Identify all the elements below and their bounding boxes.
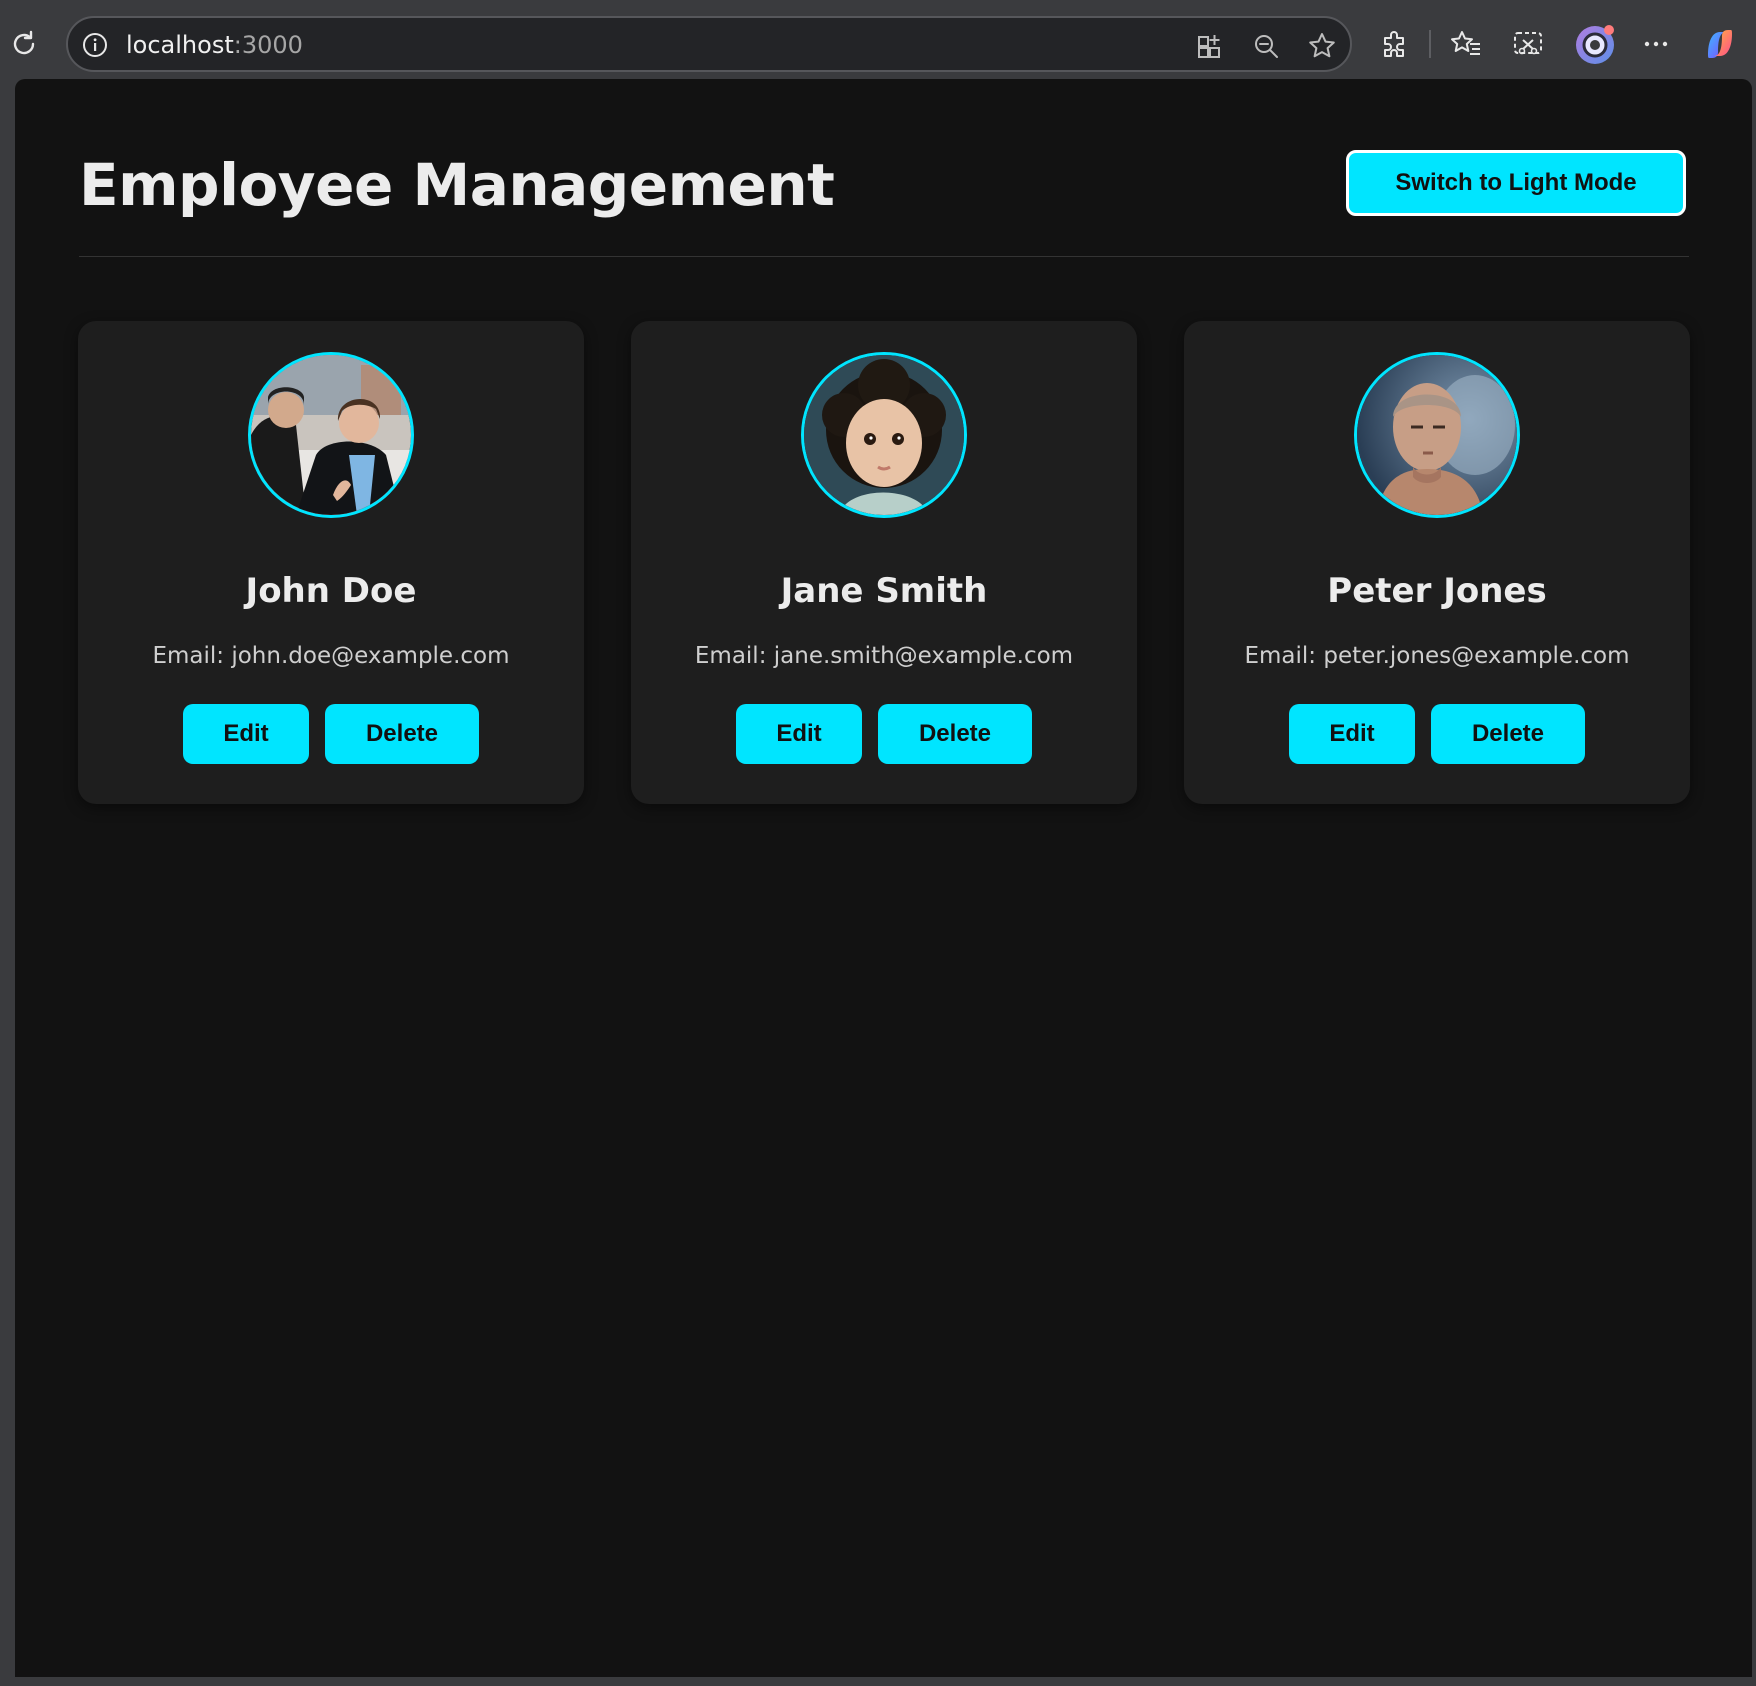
employee-name: John Doe (245, 571, 417, 611)
edit-button[interactable]: Edit (1289, 704, 1415, 764)
employee-card: Jane Smith Email: jane.smith@example.com… (631, 321, 1137, 804)
employee-photo (1354, 352, 1520, 518)
url-text[interactable]: localhost:3000 (126, 31, 303, 59)
page-viewport: Employee Management Switch to Light Mode… (15, 79, 1752, 1677)
profile-avatar-icon[interactable] (1572, 20, 1620, 68)
employee-photo (801, 352, 967, 518)
delete-button[interactable]: Delete (878, 704, 1032, 764)
extensions-icon[interactable] (1374, 24, 1414, 64)
screenshot-icon[interactable] (1508, 24, 1548, 64)
browser-toolbar: localhost:3000 (0, 0, 1756, 82)
delete-button[interactable]: Delete (1431, 704, 1585, 764)
edit-button[interactable]: Edit (736, 704, 862, 764)
favorites-list-icon[interactable] (1446, 24, 1486, 64)
page-title: Employee Management (79, 151, 835, 219)
header-divider (79, 256, 1689, 257)
theme-toggle-button[interactable]: Switch to Light Mode (1346, 150, 1686, 216)
employee-card: John Doe Email: john.doe@example.com Edi… (78, 321, 584, 804)
delete-button[interactable]: Delete (325, 704, 479, 764)
site-info-icon[interactable] (80, 30, 110, 60)
employee-photo (248, 352, 414, 518)
toolbar-separator (1429, 30, 1431, 58)
reload-icon[interactable] (6, 26, 42, 62)
employee-email: Email: peter.jones@example.com (1244, 643, 1630, 669)
card-actions: Edit Delete (631, 704, 1137, 764)
favorite-star-icon[interactable] (1306, 30, 1338, 62)
employee-email: Email: john.doe@example.com (152, 643, 510, 669)
employee-name: Peter Jones (1327, 571, 1547, 611)
address-bar[interactable]: localhost:3000 (66, 16, 1352, 72)
copilot-icon[interactable] (1700, 24, 1740, 64)
edit-button[interactable]: Edit (183, 704, 309, 764)
zoom-out-icon[interactable] (1250, 30, 1282, 62)
employee-email: Email: jane.smith@example.com (694, 643, 1074, 669)
more-options-icon[interactable] (1636, 24, 1676, 64)
employee-card: Peter Jones Email: peter.jones@example.c… (1184, 321, 1690, 804)
app-grid-icon[interactable] (1194, 30, 1226, 62)
url-host: localhost (126, 31, 234, 59)
employee-name: Jane Smith (780, 571, 988, 611)
card-actions: Edit Delete (78, 704, 584, 764)
card-actions: Edit Delete (1184, 704, 1690, 764)
url-port: :3000 (233, 31, 303, 59)
